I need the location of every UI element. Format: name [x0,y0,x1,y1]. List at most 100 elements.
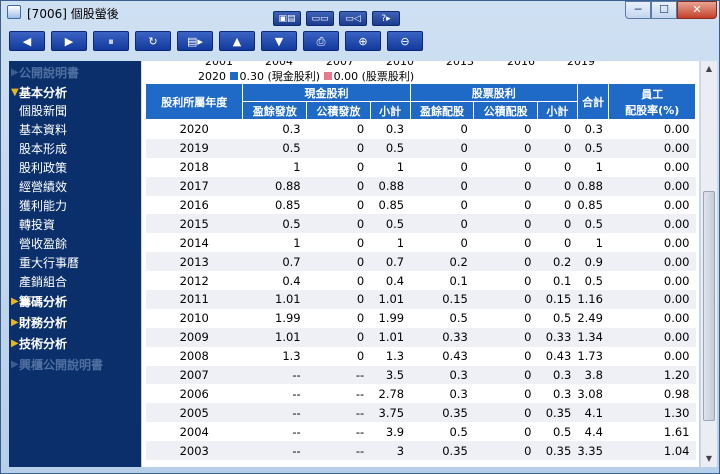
minimize-button[interactable]: ─ [625,1,651,19]
sidebar-item-profitability[interactable]: 獲利能力 [9,196,67,216]
table-row[interactable]: 2013 0.7 0 0.7 0.2 0 0.2 0.9 0.00 [145,252,696,272]
header-stock-subtotal[interactable]: 小計 [536,101,578,120]
table-cell: 0.3 [410,384,474,404]
sidebar-item-dividend[interactable]: 股利政策 [9,158,67,178]
header-stock-earnings[interactable]: 盈餘配股 [409,101,475,120]
chevron-right-icon: ▶ [11,317,19,328]
table-cell: 1.3 [370,346,411,366]
table-cell: 0.00 [608,138,696,158]
sidebar-item-calendar[interactable]: 重大行事曆 [9,253,79,273]
scroll-down-icon[interactable]: ▼ [701,451,717,467]
header-cash-earnings[interactable]: 盈餘發放 [242,101,308,120]
up-button[interactable]: ▲ [219,31,255,51]
header-cash-subtotal[interactable]: 小計 [369,101,411,120]
sidebar-item-news[interactable]: 個股新聞 [9,101,67,121]
table-cell: 2018 [145,157,243,177]
prev-button[interactable]: ◀ [9,31,45,51]
table-cell: 0 [537,119,578,139]
table-cell: 3 [370,441,411,461]
title-button-group: ▣▤ ▭▭ ▭◁ ?▸ [273,6,405,26]
table-cell: 0 [473,346,538,366]
table-cell: 0.00 [608,290,696,309]
table-cell: 1 [242,233,307,253]
sidebar-item-products[interactable]: 產銷組合 [9,272,67,292]
header-cash-dividend[interactable]: 現金股利 [242,83,411,102]
refresh-button[interactable]: ↻ [135,31,171,51]
header-employee-ratio[interactable]: 員工 配股率(%) [608,83,696,120]
x-tick: 2001 [205,61,233,68]
next-button[interactable]: ▶ [51,31,87,51]
print-button[interactable]: ⎙ [303,31,339,51]
table-cell: 1 [577,233,609,253]
table-cell: 3.35 [577,441,609,461]
sidebar-item-investment[interactable]: 轉投資 [9,215,55,235]
table-row[interactable]: 2017 0.88 0 0.88 0 0 0 0.88 0.00 [145,176,696,196]
table-row[interactable]: 2014 1 0 1 0 0 0 1 0.00 [145,233,696,253]
sidebar: ▶ 公開說明書 ▼ 基本分析 個股新聞 基本資料 股本形成 股利政策 經營績效 獲利… [9,61,141,467]
x-tick: 2007 [326,61,354,68]
sidebar-prospectus[interactable]: ▶ 公開說明書 [9,63,79,83]
x-tick: 2004 [265,61,293,68]
table-cell: 2007 [145,365,243,385]
sidebar-item-performance[interactable]: 經營績效 [9,177,67,197]
sidebar-financial-analysis[interactable]: ▶ 財務分析 [9,313,67,333]
scroll-thumb[interactable] [703,191,715,421]
vertical-scrollbar[interactable]: ▲ ▼ [700,61,717,467]
layout-icon[interactable]: ▣▤ [273,11,301,26]
table-cell: 0.15 [410,290,474,309]
table-cell: 0 [537,176,578,196]
table-row[interactable]: 2011 1.01 0 1.01 0.15 0 0.15 1.16 0.00 [145,290,696,309]
zoom-out-button[interactable]: ⊖ [387,31,423,51]
table-row[interactable]: 2009 1.01 0 1.01 0.33 0 0.33 1.34 0.00 [145,327,696,347]
header-stock-dividend[interactable]: 股票股利 [409,83,578,102]
chevron-right-icon: ▶ [11,338,19,349]
table-cell: 0.5 [577,138,609,158]
sidebar-technical-analysis[interactable]: ▶ 技術分析 [9,334,67,354]
sidebar-item-basic-info[interactable]: 基本資料 [9,120,67,140]
table-row[interactable]: 2006 -- -- 2.78 0.3 0 0.3 3.08 0.98 [145,384,696,404]
zoom-in-button[interactable]: ⊕ [345,31,381,51]
table-cell: 0.3 [537,365,578,385]
header-year[interactable]: 股利所屬年度 [144,83,244,120]
table-row[interactable]: 2005 -- -- 3.75 0.35 0 0.35 4.1 1.30 [145,403,696,423]
header-stock-capital[interactable]: 公積配股 [473,101,538,120]
table-cell: 1.30 [608,403,696,423]
maximize-button[interactable]: ☐ [651,1,677,19]
table-cell: 0.35 [537,441,578,461]
window-split-icon[interactable]: ▭▭ [306,11,334,26]
table-cell: 0 [537,138,578,158]
window-back-icon[interactable]: ▭◁ [339,11,367,26]
table-row[interactable]: 2012 0.4 0 0.4 0.1 0 0.1 0.5 0.00 [145,271,696,291]
sidebar-emerging-prospectus[interactable]: ▶ 興櫃公開說明書 [9,355,103,375]
sidebar-basic-analysis[interactable]: ▼ 基本分析 [9,83,67,103]
table-row[interactable]: 2010 1.99 0 1.99 0.5 0 0.5 2.49 0.00 [145,308,696,328]
close-button[interactable]: ✕ [677,1,717,19]
header-total[interactable]: 合計 [576,83,610,120]
table-row[interactable]: 2018 1 0 1 0 0 0 1 0.00 [145,157,696,177]
sidebar-item-revenue[interactable]: 營收盈餘 [9,234,67,254]
table-cell: 0.5 [370,138,411,158]
table-row[interactable]: 2016 0.85 0 0.85 0 0 0 0.85 0.00 [145,195,696,215]
pause-button[interactable]: ⏸ [93,31,129,51]
table-cell: 0.35 [537,403,578,423]
table-row[interactable]: 2020 0.3 0 0.3 0 0 0 0.3 0.00 [145,119,696,139]
table-row[interactable]: 2019 0.5 0 0.5 0 0 0 0.5 0.00 [145,138,696,158]
scroll-up-icon[interactable]: ▲ [701,61,717,77]
table-cell: 2.78 [370,384,411,404]
export-button[interactable]: ▤▸ [177,31,213,51]
table-row[interactable]: 2004 -- -- 3.9 0.5 0 0.5 4.4 1.61 [145,422,696,442]
table-row[interactable]: 2003 -- -- 3 0.35 0 0.35 3.35 1.04 [145,441,696,461]
table-cell: 0.98 [608,384,696,404]
table-row[interactable]: 2007 -- -- 3.5 0.3 0 0.3 3.8 1.20 [145,365,696,385]
table-row[interactable]: 2015 0.5 0 0.5 0 0 0 0.5 0.00 [145,214,696,234]
table-cell: 2015 [145,214,243,234]
table-cell: 0 [473,441,538,461]
sidebar-chip-analysis[interactable]: ▶ 籌碼分析 [9,292,67,312]
help-icon[interactable]: ?▸ [372,11,400,26]
down-button[interactable]: ▼ [261,31,297,51]
sidebar-item-capital[interactable]: 股本形成 [9,139,67,159]
title-bar: [7006] 個股螢後 ▣▤ ▭▭ ▭◁ ?▸ ─ ☐ ✕ [1,1,719,26]
table-row[interactable]: 2008 1.3 0 1.3 0.43 0 0.43 1.73 0.00 [145,346,696,366]
table-cell: -- [306,441,371,461]
header-cash-capital[interactable]: 公積發放 [306,101,371,120]
